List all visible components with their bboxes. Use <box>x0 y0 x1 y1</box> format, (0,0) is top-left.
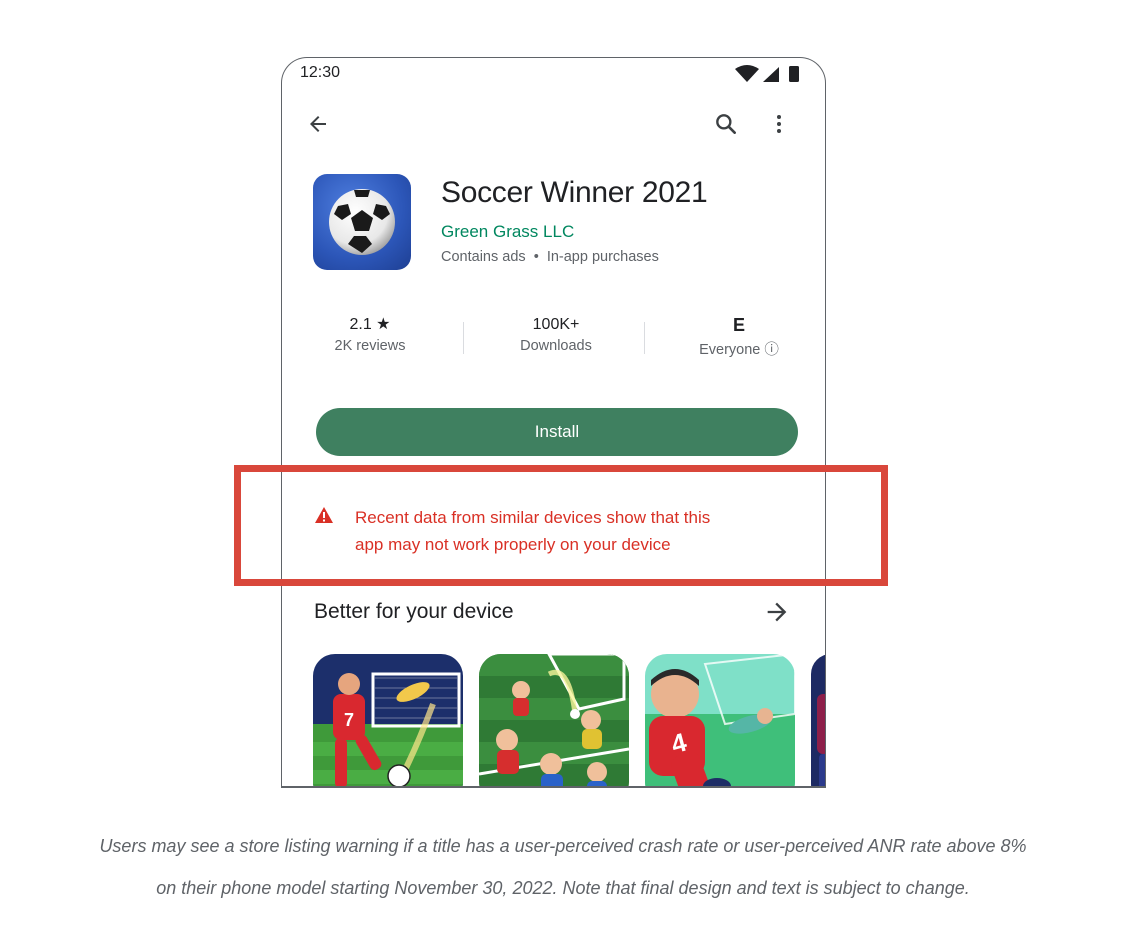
soccer-game-card-1[interactable]: 7 <box>313 654 463 787</box>
soccer-game-card-3[interactable]: 4 <box>645 654 795 787</box>
phone-frame-bottom-edge <box>281 786 826 788</box>
status-icons <box>735 65 799 82</box>
player-figure <box>496 729 519 774</box>
content-rating-label: Everyone ⓘ <box>699 342 779 358</box>
rating-value: 2.1 ★ <box>349 316 391 333</box>
content-rating-stat[interactable]: E Everyone ⓘ <box>674 314 804 359</box>
warning-highlight-box <box>234 465 888 586</box>
soccer-game-card-4[interactable] <box>811 654 825 787</box>
back-button[interactable] <box>300 106 336 142</box>
rating-label: 2K reviews <box>334 338 406 354</box>
search-icon <box>716 114 736 134</box>
soccer-game-thumbnail-2 <box>479 654 629 787</box>
jersey-number: 7 <box>344 710 354 730</box>
search-button[interactable] <box>708 106 744 142</box>
stat-divider <box>463 322 464 354</box>
section-arrow-button[interactable] <box>763 598 791 631</box>
downloads-value: 100K+ <box>532 316 580 333</box>
more-options-button[interactable] <box>761 106 797 142</box>
status-time: 12:30 <box>300 64 341 81</box>
install-button[interactable]: Install <box>316 408 798 456</box>
arrow-back-icon <box>310 116 326 132</box>
developer-link[interactable]: Green Grass LLC <box>441 222 574 242</box>
downloads-stat: 100K+ Downloads <box>494 314 618 354</box>
wifi-icon <box>735 65 759 82</box>
phone-frame: 12:30 Soccer Winner 2021 Green Grass LLC… <box>281 57 826 787</box>
caption-line-2: on their phone model starting November 3… <box>156 878 970 898</box>
soccer-game-thumbnail-3: 4 <box>645 654 795 787</box>
downloads-label: Downloads <box>520 338 592 354</box>
app-title: Soccer Winner 2021 <box>441 176 708 209</box>
arrow-forward-icon <box>767 602 787 622</box>
stat-divider <box>644 322 645 354</box>
soccer-game-card-2[interactable] <box>479 654 629 787</box>
signal-icon <box>763 67 779 82</box>
app-icon <box>313 174 411 270</box>
soccer-game-thumbnail-4 <box>811 654 825 787</box>
section-title: Better for your device <box>314 600 514 623</box>
esrb-everyone-icon: E <box>732 315 745 335</box>
battery-icon <box>789 66 799 82</box>
app-bar <box>282 106 825 146</box>
app-meta: Contains ads • In-app purchases <box>441 249 659 265</box>
status-bar: 12:30 <box>282 58 825 92</box>
more-vert-icon <box>777 115 781 133</box>
player-figure <box>540 753 563 787</box>
soccer-game-thumbnail-1: 7 <box>313 654 463 787</box>
rating-stat[interactable]: 2.1 ★ 2K reviews <box>310 314 430 354</box>
stats-row: 2.1 ★ 2K reviews 100K+ Downloads E Every… <box>282 314 825 364</box>
caption-line-1: Users may see a store listing warning if… <box>99 836 1027 856</box>
player-figure <box>587 762 607 787</box>
soccer-ball-icon <box>329 189 395 255</box>
figure-caption: Users may see a store listing warning if… <box>0 825 1126 909</box>
